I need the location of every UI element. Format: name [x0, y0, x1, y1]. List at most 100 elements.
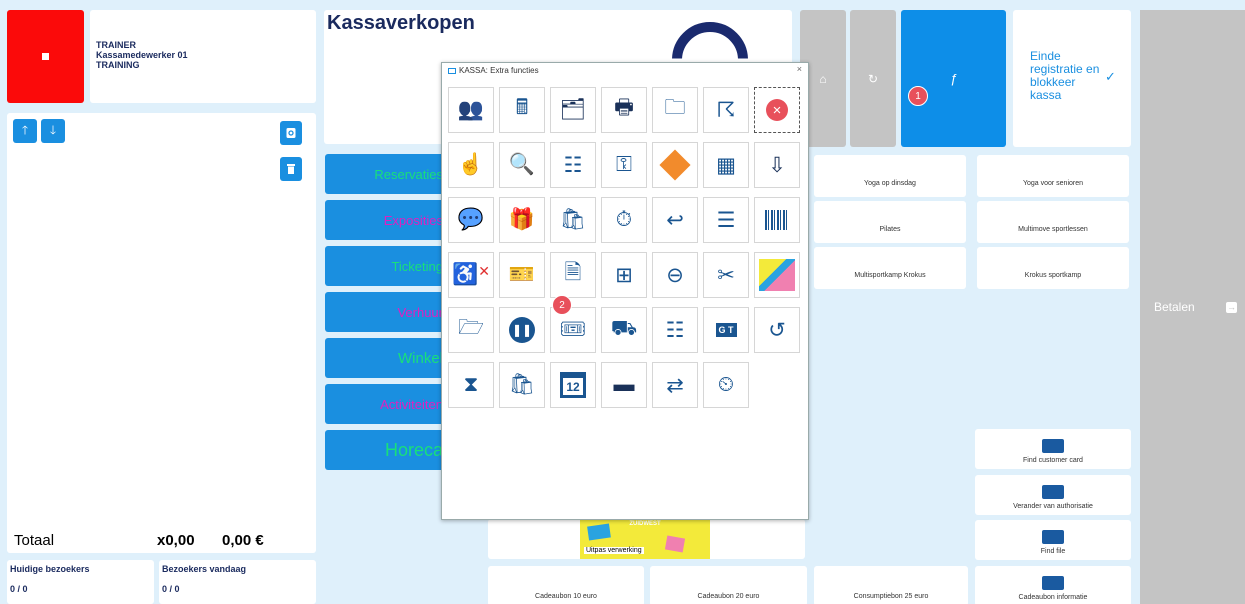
dialog-close-button[interactable]: ×	[797, 64, 802, 74]
receipt-list-button[interactable]: ☰	[703, 197, 749, 243]
swap-screen-button[interactable]: ⇄	[652, 362, 698, 408]
today-visitors-value: 0 / 0	[162, 584, 180, 594]
close-red-button[interactable]: ×	[754, 87, 800, 133]
calendar-plus-icon: ⊞	[615, 263, 633, 287]
find-file-label: Find file	[1040, 548, 1066, 555]
document-search-button[interactable]: 🗎	[550, 252, 596, 298]
calendar-icon: ▦	[716, 153, 736, 177]
category-exposities[interactable]: Exposities	[325, 200, 445, 240]
folder-search-icon: 🗀	[664, 95, 686, 119]
cash-register-button[interactable]: 🖩	[499, 87, 545, 133]
scroll-up-button[interactable]: 🡑	[13, 119, 37, 143]
barcode-button[interactable]	[754, 197, 800, 243]
wallet-button[interactable]: ▬	[601, 362, 647, 408]
uitpas-card-button[interactable]	[754, 252, 800, 298]
product-button[interactable]: Multimove sportlessen	[977, 201, 1129, 243]
printer-button[interactable]: 🖶	[601, 87, 647, 133]
end-registration-button[interactable]: Einde registratie en blokkeer kassa ✓	[1013, 10, 1131, 147]
product-button[interactable]: Cadeaubon 10 euro	[488, 566, 644, 604]
function-icon: ƒ	[949, 71, 958, 86]
calendar-plus-button[interactable]: ⊞	[601, 252, 647, 298]
extra-functions-button[interactable]: ƒ	[901, 10, 1006, 147]
bag-search-button[interactable]: 🛍	[550, 197, 596, 243]
chat-button[interactable]: 💬	[448, 197, 494, 243]
window-icon	[448, 67, 456, 74]
dialog-title-bar: KASSA: Extra functies	[448, 66, 539, 75]
seat-cancel-button[interactable]: ♿✕	[448, 252, 494, 298]
voucher-button[interactable]: 🎫	[499, 252, 545, 298]
bag-search-alt-icon: 🛍	[508, 373, 536, 396]
refresh-face-icon: ↺	[768, 318, 786, 342]
bag-hourglass-button[interactable]: ⧗	[448, 362, 494, 408]
delete-line-button[interactable]	[280, 157, 302, 181]
find-customer-card-button[interactable]: Find customer card	[975, 429, 1131, 469]
pause-button[interactable]: ❚❚	[499, 307, 545, 353]
category-ticketing[interactable]: Ticketing	[325, 246, 445, 286]
category-horeca[interactable]: Horeca	[325, 430, 445, 470]
timer-button[interactable]: ⏱	[601, 197, 647, 243]
gift-card-icon	[1042, 576, 1064, 590]
user-return-button[interactable]: ↩	[652, 197, 698, 243]
folder-search-alt-button[interactable]: 🗁	[448, 307, 494, 353]
user-remove-button[interactable]: ⊖	[652, 252, 698, 298]
product-button[interactable]: Krokus sportkamp	[977, 247, 1129, 289]
contact-folder-button[interactable]: 🗂	[550, 87, 596, 133]
refresh-button[interactable]: ↻	[850, 10, 896, 147]
wallet-icon: ▬	[613, 373, 635, 396]
user-remove-icon: ⊖	[666, 263, 684, 287]
gt-icon: G T	[715, 323, 737, 337]
list-alt-button[interactable]: ☷	[652, 307, 698, 353]
key-button[interactable]: ⚿	[601, 142, 647, 188]
ticket-icon: 🎟	[559, 318, 587, 341]
calendar-12-button[interactable]: 12	[550, 362, 596, 408]
timer-plus-button[interactable]: ⏲	[703, 362, 749, 408]
voucher-info-button[interactable]: Cadeaubon informatie	[975, 566, 1131, 604]
fingerprint-icon: ☈	[716, 98, 736, 122]
cut-voucher-button[interactable]: ✂	[703, 252, 749, 298]
uitpas-button[interactable]: ZUIDWEST Uitpas verwerking	[488, 519, 805, 559]
product-button[interactable]: Yoga voor senioren	[977, 155, 1129, 197]
product-button[interactable]: Yoga op dinsdag	[814, 155, 966, 197]
refresh-face-button[interactable]: ↺	[754, 307, 800, 353]
folder-download-button[interactable]: ⇩	[754, 142, 800, 188]
category-reservaties[interactable]: Reservaties	[325, 154, 445, 194]
swap-screen-icon: ⇄	[666, 373, 684, 397]
arrow-right-box-icon: →	[1226, 301, 1237, 313]
change-authorization-button[interactable]: Verander van authorisatie	[975, 475, 1131, 515]
pay-label: Betalen	[1154, 300, 1195, 314]
hand-pointer-icon: ☝	[457, 153, 485, 176]
find-file-button[interactable]: Find file	[975, 520, 1131, 560]
total-quantity: x0,00	[157, 532, 195, 549]
change-authorization-label: Verander van authorisatie	[1013, 503, 1093, 510]
home-icon: ⌂	[819, 71, 827, 86]
folder-search-alt-icon: 🗁	[457, 315, 485, 339]
gt-button[interactable]: G T	[703, 307, 749, 353]
bag-search-alt-button[interactable]: 🛍	[499, 362, 545, 408]
folder-search-button[interactable]: 🗀	[652, 87, 698, 133]
stop-icon	[42, 53, 49, 60]
search-button[interactable]: 🔍	[499, 142, 545, 188]
ticket-diamond-icon	[659, 149, 691, 181]
users-button[interactable]: 👥	[448, 87, 494, 133]
pay-button[interactable]: Betalen →	[1140, 10, 1245, 604]
search-line-button[interactable]	[280, 121, 302, 145]
hand-pointer-button[interactable]: ☝	[448, 142, 494, 188]
fingerprint-button[interactable]: ☈	[703, 87, 749, 133]
calendar-button[interactable]: ▦	[703, 142, 749, 188]
scroll-down-button[interactable]: 🡓	[41, 119, 65, 143]
extra-functions-dialog: KASSA: Extra functies × 👥 🖩 🗂 🖶 🗀 ☈ × ☝ 🔍 ☷ ⚿ ▦ ⇩ 💬 🎁 🛍…	[441, 62, 809, 520]
category-verhuur[interactable]: Verhuur	[325, 292, 445, 332]
product-button[interactable]: Consumptiebon 25 euro	[814, 566, 968, 604]
gift-box-icon: 🎁	[508, 208, 536, 231]
order-lines-panel	[7, 113, 316, 553]
product-button[interactable]: Pilates	[814, 201, 966, 243]
category-activiteiten[interactable]: Activiteiten	[325, 384, 445, 424]
stop-button[interactable]	[7, 10, 84, 103]
product-button[interactable]: Multisportkamp Krokus	[814, 247, 966, 289]
product-button[interactable]: Cadeaubon 20 euro	[650, 566, 807, 604]
category-winkel[interactable]: Winkel	[325, 338, 445, 378]
ticket-diamond-button[interactable]	[652, 142, 698, 188]
delivery-time-button[interactable]: ⛟	[601, 307, 647, 353]
list-button[interactable]: ☷	[550, 142, 596, 188]
gift-box-button[interactable]: 🎁	[499, 197, 545, 243]
